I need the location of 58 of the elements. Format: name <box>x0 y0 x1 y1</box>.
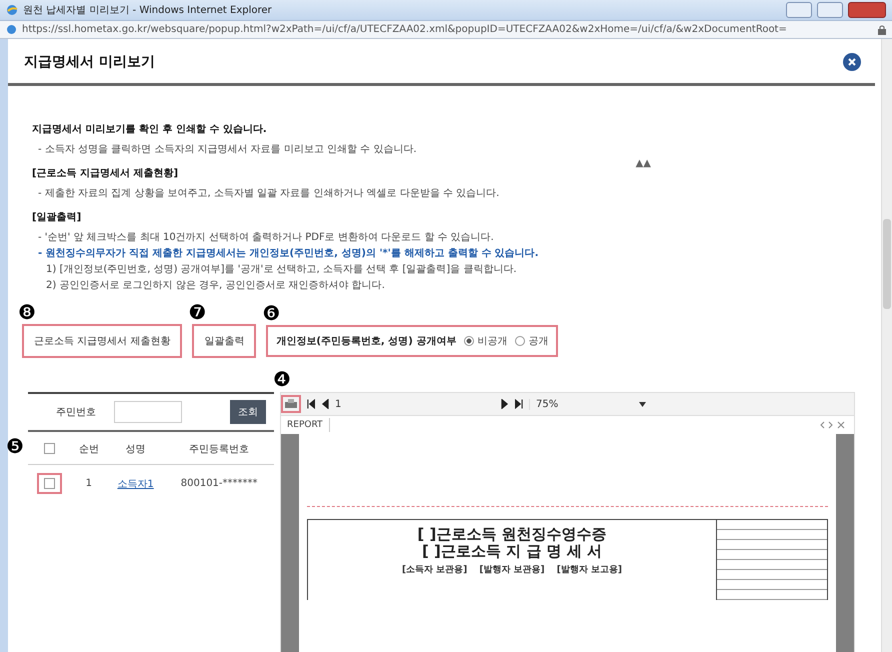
close-icon[interactable] <box>843 53 861 71</box>
form-title: [ ]근로소득 지 급 명 세 서 <box>422 543 602 560</box>
column-header: 주민등록번호 <box>164 434 274 464</box>
action-button[interactable]: 근로소득 지급명세서 제출현황 <box>22 324 182 358</box>
browser-icon <box>6 4 18 16</box>
search-field[interactable] <box>114 401 182 423</box>
privacy-label: 개인정보(주민등록번호, 성명) 공개여부 <box>276 335 456 348</box>
name-link[interactable]: 소득자1 <box>117 478 154 490</box>
minimize-button[interactable] <box>786 2 812 18</box>
copy-label: [발행자 보고용] <box>556 564 622 576</box>
note-heading: [일괄출력] <box>32 211 82 224</box>
note-text: 2) 공인인증서로 로그인하지 않은 경우, 공인인증서로 재인증하셔야 합니다. <box>45 279 386 292</box>
radio-button[interactable] <box>464 336 474 346</box>
maximize-button[interactable] <box>817 2 843 18</box>
column-header: 성명 <box>106 434 164 464</box>
collapse-toggle[interactable]: ▲▲ <box>636 158 651 169</box>
row-checkbox[interactable] <box>44 478 55 489</box>
printer-icon <box>285 399 297 409</box>
close-button[interactable] <box>848 2 886 18</box>
note-text: - 소득자 성명을 클릭하면 소득자의 지급명세서 자료를 미리보고 인쇄할 수 있습니다. <box>37 143 418 156</box>
step-marker: ❹ <box>273 369 291 389</box>
scrollbar-thumb[interactable] <box>883 219 891 309</box>
table-cell: 1 <box>70 464 107 502</box>
copy-label: [발행자 보관용] <box>479 564 545 576</box>
caret-icon[interactable] <box>639 402 646 406</box>
first-page-icon[interactable] <box>307 399 315 409</box>
copy-label: [소득자 보관용] <box>402 564 468 576</box>
note-heading: 지급명세서 미리보기를 확인 후 인쇄할 수 있습니다. <box>32 123 268 136</box>
lock-icon <box>878 24 886 34</box>
zoom-dropdown[interactable]: 75% <box>529 398 646 410</box>
table-cell: 800101-******* <box>164 464 274 502</box>
note-heading: [근로소득 지급명세서 제출현황] <box>32 167 180 180</box>
step-marker: ❺ <box>6 436 24 456</box>
radio-button[interactable] <box>515 336 526 346</box>
next-page-icon[interactable] <box>501 399 509 409</box>
form-title: [ ]근로소득 원천징수영수증 <box>417 526 607 544</box>
address-text[interactable]: https://ssl.hometax.go.kr/websquare/popup.html?w2xPath=/ui/cf/a/UTECFZAA02.xml&popupID=UTECFZAA02&w2xHome=/ui/cf/a/&w2xDocumentRoot= <box>22 24 873 35</box>
page-number[interactable]: 1 <box>335 398 495 410</box>
step-marker: ❼ <box>188 302 206 322</box>
page-icon <box>6 24 17 35</box>
radio-option[interactable]: 비공개 <box>464 334 508 348</box>
prev-page-icon[interactable] <box>321 399 329 409</box>
select-all-checkbox[interactable] <box>44 443 55 454</box>
note-text: 1) [개인정보(주민번호, 성명) 공개여부]를 '공개'로 선택하고, 소득자를 선택 후 [일괄출력]을 클릭합니다. <box>45 263 518 276</box>
step-marker: ❻ <box>262 303 280 323</box>
search-label: 주민번호 <box>56 406 97 419</box>
column-header: 순번 <box>70 434 107 464</box>
last-page-icon[interactable] <box>515 399 523 409</box>
search-button[interactable]: 조회 <box>230 400 266 424</box>
action-button[interactable]: 일괄출력 <box>192 324 256 358</box>
note-text: - 원천징수의무자가 직접 제출한 지급명세서는 개인정보(주민번호, 성명)의 '*'를 해제하고 출력할 수 있습니다. <box>37 247 540 260</box>
note-text: - '순번' 앞 체크박스를 최대 10건까지 선택하여 출력하거나 PDF로 변환하여 다운로드 할 수 있습니다. <box>37 231 495 244</box>
step-marker: ❽ <box>18 302 36 322</box>
dialog-title: 지급명세서 미리보기 <box>24 53 155 71</box>
print-button[interactable] <box>281 395 301 413</box>
radio-option[interactable]: 공개 <box>515 334 548 348</box>
window-title: 원천 납세자별 미리보기 - Windows Internet Explorer <box>23 4 273 17</box>
note-text: - 제출한 자료의 집계 상황을 보여주고, 소득자별 일괄 자료를 인쇄하거나 엑셀로 다운받을 수 있습니다. <box>37 187 500 200</box>
